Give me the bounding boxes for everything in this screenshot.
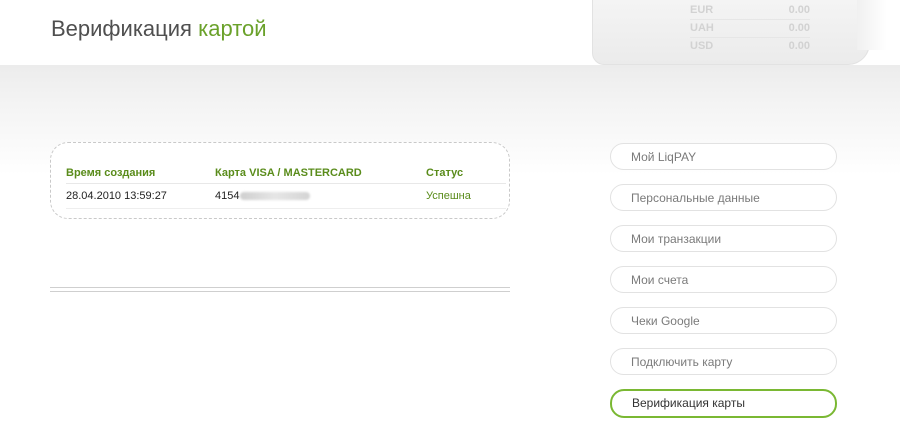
sidebar-item-accounts[interactable]: Мои счета [610,266,837,293]
balance-table: EUR 0.00 UAH 0.00 USD 0.00 [690,2,810,55]
page-title: Верификация картой [51,16,267,42]
sidebar-item-label: Чеки Google [631,314,700,328]
column-header-card: Карта VISA / MASTERCARD [215,163,426,184]
card-flare [857,0,887,50]
sidebar-item-label: Мой LiqPAY [631,150,697,164]
balance-row-eur: EUR 0.00 [690,2,810,19]
sidebar-item-transactions[interactable]: Мои транзакции [610,225,837,252]
table-header-row: Время создания Карта VISA / MASTERCARD С… [66,163,506,184]
sidebar-item-connect-card[interactable]: Подключить карту [610,348,837,375]
sidebar-item-google-receipts[interactable]: Чеки Google [610,307,837,334]
sidebar-item-my-liqpay[interactable]: Мой LiqPAY [610,143,837,170]
balance-row-usd: USD 0.00 [690,37,810,55]
sidebar-item-label: Мои транзакции [631,232,722,246]
card-number-prefix: 4154 [215,190,240,202]
section-divider [50,287,510,292]
page-title-main: Верификация [51,16,192,41]
sidebar-item-label: Подключить карту [631,355,733,369]
sidebar-item-personal-data[interactable]: Персональные данные [610,184,837,211]
balance-amount: 0.00 [788,4,810,16]
page-title-accent: картой [198,16,267,41]
balance-amount: 0.00 [788,40,810,52]
sidebar-item-card-verification[interactable]: Верификация карты [610,389,837,418]
table-row: 28.04.2010 13:59:27 4154 Успешна [66,183,506,209]
sidebar-item-label: Мои счета [631,273,689,287]
balance-currency: EUR [690,4,714,16]
balance-row-uah: UAH 0.00 [690,19,810,37]
balance-currency: USD [690,40,714,52]
column-header-status: Статус [426,163,506,184]
cell-status: Успешна [426,183,506,209]
sidebar-item-label: Персональные данные [631,191,760,205]
balance-amount: 0.00 [788,22,810,34]
verification-history-table: Время создания Карта VISA / MASTERCARD С… [66,163,506,209]
cell-card: 4154 [215,183,426,209]
masked-card-digits [240,192,311,201]
sidebar-item-label: Верификация карты [632,396,745,410]
column-header-time: Время создания [66,163,215,184]
balance-currency: UAH [690,22,714,34]
cell-time: 28.04.2010 13:59:27 [66,183,215,209]
